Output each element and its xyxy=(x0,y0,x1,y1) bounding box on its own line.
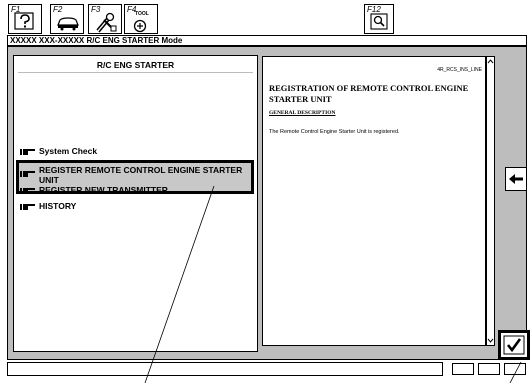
callout-lines xyxy=(144,185,522,383)
